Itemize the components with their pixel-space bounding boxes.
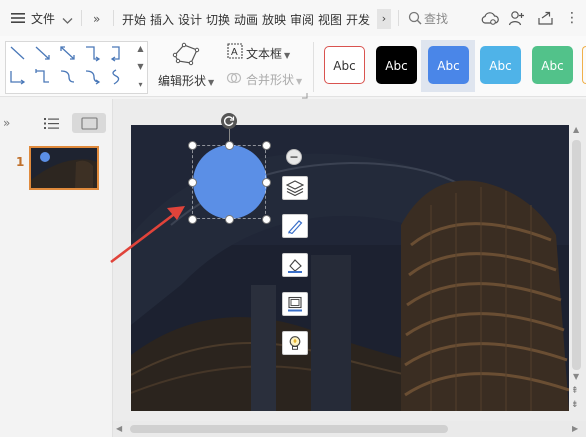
- tab-developer[interactable]: 开发: [346, 11, 370, 28]
- resize-handle-top-right[interactable]: [262, 141, 271, 150]
- line-shapes-gallery[interactable]: ▲ ▼ ▾: [5, 41, 148, 94]
- prev-slide-icon[interactable]: ⇞: [571, 386, 579, 396]
- file-menu-button[interactable]: 文件: [31, 11, 55, 27]
- horizontal-scroll-thumb[interactable]: [130, 425, 448, 433]
- line-shapes-icon[interactable]: [6, 42, 134, 93]
- rotate-handle-icon[interactable]: [221, 113, 237, 129]
- scroll-right-arrow-icon[interactable]: ▶: [572, 424, 578, 433]
- textbox-icon[interactable]: A: [227, 43, 243, 62]
- menu-bar: 文件 » 开始 插入 设计 切换 动画 放映 审阅 视图 开发 › 查找 ⋮: [0, 0, 586, 36]
- tab-home[interactable]: 开始: [122, 11, 146, 28]
- textbox-button[interactable]: 文本框 ▼: [246, 45, 290, 62]
- edit-shape-button[interactable]: 编辑形状 ▼: [158, 72, 214, 89]
- cloud-sync-icon[interactable]: [481, 11, 499, 28]
- merge-shape-icon: [226, 70, 242, 89]
- shape-style-green[interactable]: Abc: [532, 46, 573, 84]
- shape-fill-button[interactable]: [282, 253, 308, 277]
- dropdown-caret-icon: ▼: [296, 77, 303, 86]
- gallery-scroll-up-icon[interactable]: ▲: [135, 43, 146, 54]
- dropdown-caret-icon: ▼: [284, 51, 291, 60]
- tab-view[interactable]: 视图: [318, 11, 342, 28]
- selection-frame: [192, 145, 266, 219]
- slide-thumbnail-image: [31, 148, 97, 188]
- slide-number: 1: [16, 155, 25, 169]
- resize-handle-left[interactable]: [188, 178, 197, 187]
- merge-shape-label: 合并形状: [246, 73, 295, 87]
- tab-transition[interactable]: 切换: [206, 11, 230, 28]
- collapse-toolbar-icon[interactable]: [286, 149, 302, 165]
- textbox-label: 文本框: [246, 47, 283, 61]
- svg-text:A: A: [231, 47, 238, 58]
- share-icon[interactable]: [537, 10, 554, 29]
- tab-insert[interactable]: 插入: [150, 11, 174, 28]
- hamburger-menu-icon[interactable]: [11, 12, 25, 24]
- red-arrow-annotation: [110, 206, 185, 264]
- shape-style-blue[interactable]: Abc: [428, 46, 469, 84]
- merge-shape-button[interactable]: 合并形状 ▼: [246, 71, 302, 88]
- vertical-scroll-thumb[interactable]: [572, 140, 581, 370]
- layers-icon: [286, 180, 304, 196]
- outline-view-icon[interactable]: [44, 117, 59, 133]
- scroll-down-arrow-icon[interactable]: ▼: [573, 372, 579, 381]
- chevron-down-icon[interactable]: [62, 14, 73, 28]
- tab-animation[interactable]: 动画: [234, 11, 258, 28]
- shape-style-button[interactable]: [282, 214, 308, 238]
- tab-review[interactable]: 审阅: [290, 11, 314, 28]
- tabs-scroll-right-button[interactable]: ›: [377, 9, 391, 29]
- tab-slideshow[interactable]: 放映: [262, 11, 286, 28]
- slide-thumbnail[interactable]: [29, 146, 99, 190]
- resize-handle-right[interactable]: [262, 178, 271, 187]
- search-icon[interactable]: [408, 11, 422, 28]
- edit-shape-label: 编辑形状: [158, 74, 207, 88]
- shape-style-orange-partial[interactable]: [582, 46, 586, 84]
- rotate-handle-line: [229, 129, 230, 141]
- double-chevron-right-icon[interactable]: »: [93, 12, 100, 26]
- resize-handle-bottom-right[interactable]: [262, 215, 271, 224]
- more-options-icon[interactable]: ⋮: [564, 9, 580, 27]
- divider: [113, 10, 114, 26]
- scroll-left-arrow-icon[interactable]: ◀: [116, 424, 122, 433]
- shape-style-black[interactable]: Abc: [376, 46, 417, 84]
- resize-handle-top-left[interactable]: [188, 141, 197, 150]
- fill-icon: [288, 259, 302, 273]
- slide-view-icon: [81, 117, 98, 130]
- resize-handle-top[interactable]: [225, 141, 234, 150]
- brush-icon: [288, 220, 303, 234]
- shape-style-light-blue[interactable]: Abc: [480, 46, 521, 84]
- next-slide-icon[interactable]: ⇟: [571, 400, 579, 410]
- border-icon: [288, 296, 302, 312]
- tab-design[interactable]: 设计: [178, 11, 202, 28]
- smart-suggestion-button[interactable]: [282, 331, 308, 355]
- add-user-icon[interactable]: [508, 10, 525, 29]
- collapse-panel-icon[interactable]: »: [3, 116, 10, 130]
- dropdown-caret-icon: ▼: [208, 78, 215, 87]
- gallery-scroll-down-icon[interactable]: ▼: [135, 61, 146, 72]
- shape-style-white[interactable]: Abc: [324, 46, 365, 84]
- resize-handle-bottom-left[interactable]: [188, 215, 197, 224]
- divider: [313, 42, 314, 92]
- search-button[interactable]: 查找: [424, 11, 448, 27]
- lightbulb-icon: [289, 336, 301, 350]
- divider: [81, 10, 82, 26]
- layers-button[interactable]: [282, 176, 308, 200]
- slide-view-button[interactable]: [72, 113, 106, 133]
- resize-handle-bottom[interactable]: [225, 215, 234, 224]
- shape-outline-button[interactable]: [282, 292, 308, 316]
- gallery-expand-icon[interactable]: ▾: [135, 79, 146, 90]
- scroll-up-arrow-icon[interactable]: ▲: [573, 125, 579, 134]
- edit-shape-icon[interactable]: [172, 42, 200, 69]
- divider: [398, 10, 399, 26]
